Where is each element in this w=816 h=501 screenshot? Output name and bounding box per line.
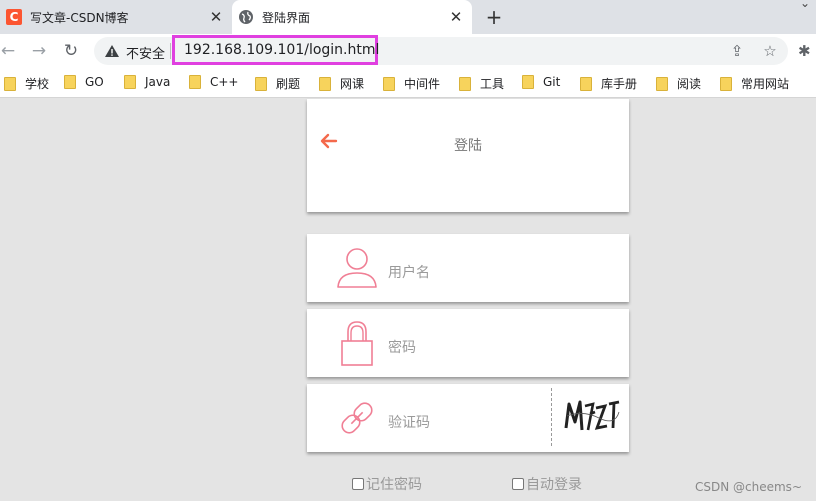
csdn-favicon-icon: C	[6, 9, 22, 25]
folder-icon	[383, 76, 395, 91]
security-status[interactable]: 不安全	[126, 43, 165, 62]
globe-icon	[238, 9, 254, 25]
close-icon[interactable]: ✕	[446, 7, 466, 27]
folder-icon	[720, 76, 732, 91]
link-icon	[341, 402, 373, 434]
address-separator	[170, 43, 171, 59]
folder-icon	[124, 75, 136, 89]
password-field[interactable]: 密码	[307, 309, 629, 377]
folder-icon	[319, 76, 331, 91]
forward-button[interactable]: →	[27, 39, 51, 63]
login-header: 登陆	[307, 99, 629, 212]
bookmark-folder[interactable]: 中间件	[383, 75, 440, 92]
username-field[interactable]: 用户名	[307, 234, 629, 302]
back-button[interactable]: ←	[0, 39, 20, 63]
tab-strip: C 写文章-CSDN博客 ✕ 登陆界面 ✕ + ⌄	[0, 0, 816, 34]
lock-icon	[341, 321, 373, 366]
captcha-divider	[551, 388, 552, 446]
remember-password-checkbox[interactable]	[352, 478, 364, 490]
bookmark-folder[interactable]: Java	[124, 75, 170, 89]
bookmark-folder[interactable]: 常用网站	[720, 75, 789, 92]
folder-icon	[656, 76, 668, 91]
tab-title: 登陆界面	[262, 10, 311, 25]
bookmark-folder[interactable]: GO	[64, 75, 104, 89]
tab-search-icon[interactable]: ⌄	[800, 0, 810, 10]
folder-icon	[459, 76, 471, 91]
remember-password-label[interactable]: 记住密码	[366, 474, 422, 494]
folder-icon	[189, 75, 201, 89]
auto-login-label[interactable]: 自动登录	[526, 474, 582, 494]
tab-title: 写文章-CSDN博客	[30, 10, 129, 25]
auto-login-checkbox[interactable]	[512, 478, 524, 490]
page-content: 登陆 用户名 密码 验证码 记住密码 自动登录 CSDN @cheems~	[0, 99, 816, 501]
captcha-field[interactable]: 验证码	[307, 384, 629, 452]
address-bar[interactable]: 不安全 192.168.109.101/login.html ⇪ ☆	[94, 35, 788, 65]
bookmark-folder[interactable]: 刷题	[255, 75, 300, 92]
bookmark-star-icon[interactable]: ☆	[761, 42, 779, 60]
bookmark-folder[interactable]: Git	[522, 75, 560, 89]
folder-icon	[255, 76, 267, 91]
new-tab-button[interactable]: +	[482, 5, 506, 29]
folder-icon	[580, 76, 592, 91]
captcha-placeholder[interactable]: 验证码	[388, 412, 430, 432]
remember-password-option[interactable]: 记住密码	[352, 474, 422, 494]
folder-icon	[522, 75, 534, 89]
extensions-icon[interactable]: ✱	[798, 42, 811, 60]
bookmarks-bar: 学校 GO Java C++ 刷题 网课 中间件 工具 Git 库手册 阅读 常…	[0, 68, 816, 98]
bookmark-folder[interactable]: 工具	[459, 75, 504, 92]
folder-icon	[64, 75, 76, 89]
password-placeholder[interactable]: 密码	[388, 337, 416, 357]
browser-toolbar: ← → ↻ 不安全 192.168.109.101/login.html ⇪ ☆…	[0, 34, 816, 68]
username-placeholder[interactable]: 用户名	[388, 262, 430, 282]
tab-login[interactable]: 登陆界面 ✕	[232, 0, 472, 34]
url-text[interactable]: 192.168.109.101/login.html	[172, 35, 379, 65]
bookmark-folder[interactable]: 库手册	[580, 75, 637, 92]
watermark: CSDN @cheems~	[695, 480, 802, 494]
captcha-image[interactable]	[563, 392, 621, 440]
folder-icon	[4, 76, 16, 91]
bookmark-folder[interactable]: 网课	[319, 75, 364, 92]
warning-icon[interactable]	[104, 43, 120, 59]
close-icon[interactable]: ✕	[206, 7, 226, 27]
reload-button[interactable]: ↻	[59, 39, 83, 63]
tab-csdn[interactable]: C 写文章-CSDN博客 ✕	[0, 0, 232, 34]
bookmark-folder[interactable]: 学校	[4, 75, 49, 92]
page-title: 登陆	[454, 138, 482, 154]
user-icon	[337, 248, 377, 288]
auto-login-option[interactable]: 自动登录	[512, 474, 582, 494]
bookmark-folder[interactable]: C++	[189, 75, 239, 89]
bookmark-folder[interactable]: 阅读	[656, 75, 701, 92]
share-icon[interactable]: ⇪	[728, 42, 746, 60]
